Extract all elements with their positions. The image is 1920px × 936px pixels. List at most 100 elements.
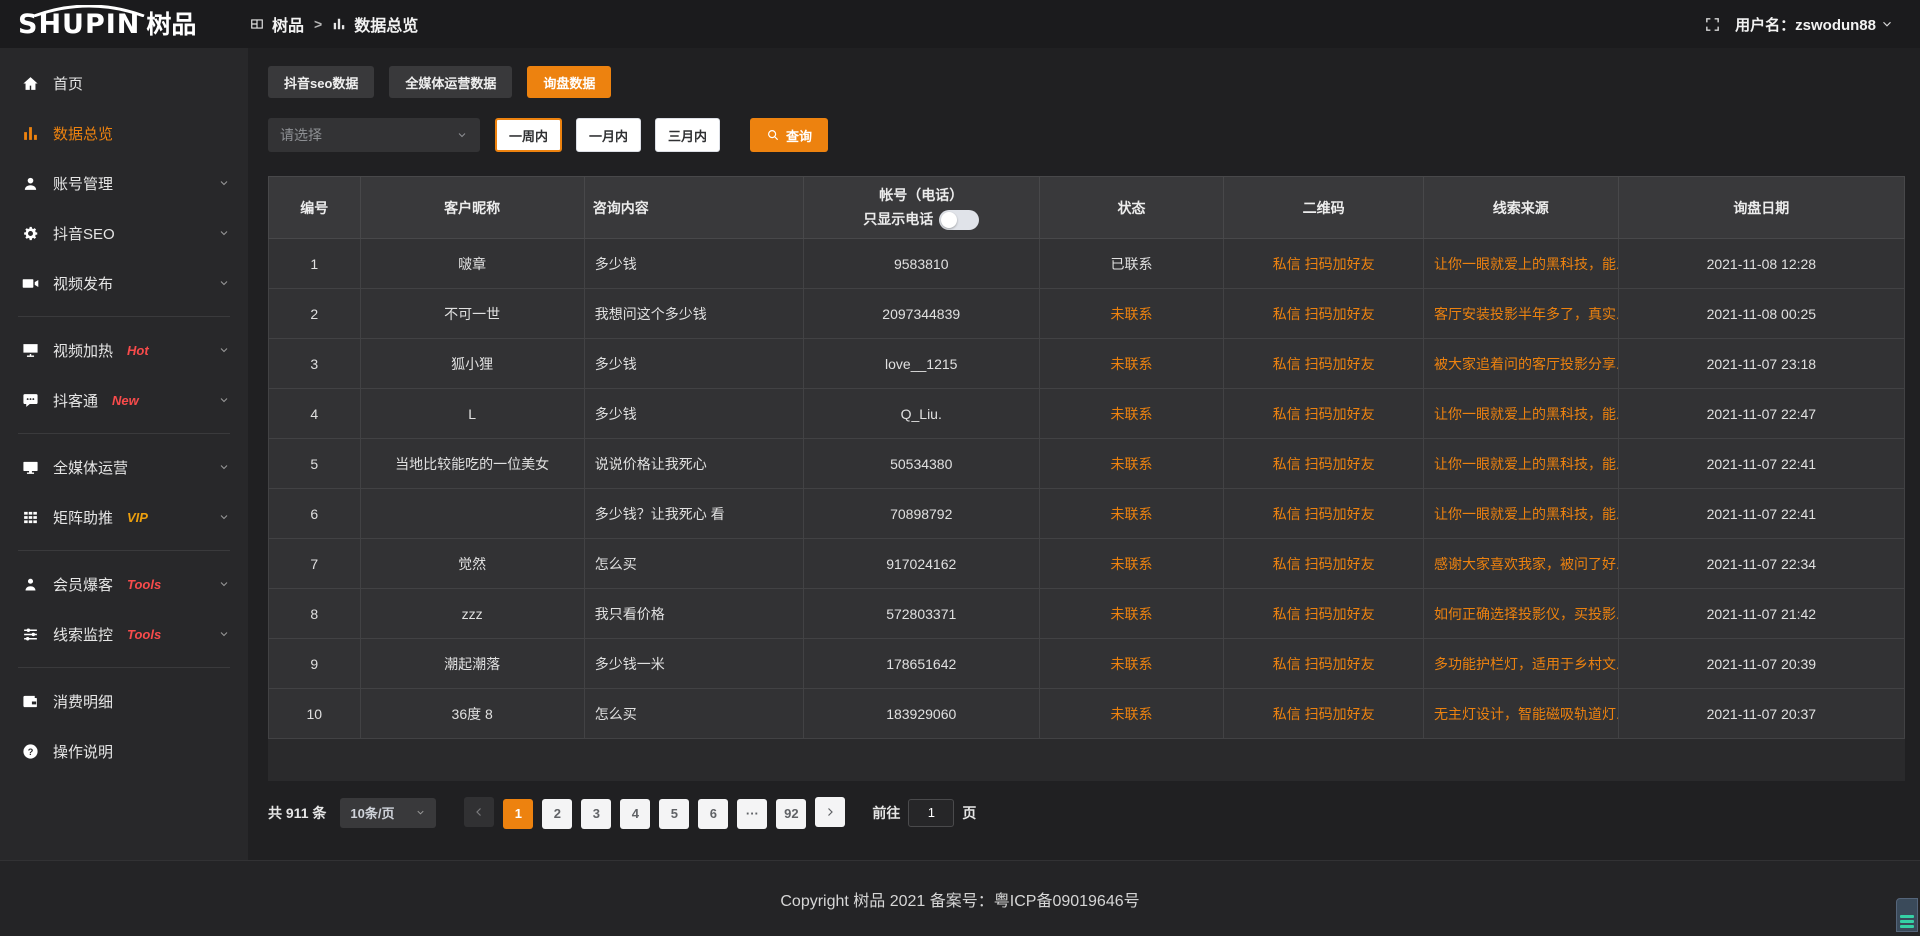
status-badge: 未联系 xyxy=(1110,506,1152,522)
cell-no: 4 xyxy=(269,389,361,439)
sidebar-item-clue-monitor[interactable]: 线索监控Tools xyxy=(0,609,248,659)
source-link[interactable]: 让你一眼就爱上的黑科技，能... xyxy=(1434,256,1618,272)
cell-nickname: 狐小狸 xyxy=(360,339,584,389)
sidebar-item-account-management[interactable]: 账号管理 xyxy=(0,158,248,208)
source-link[interactable]: 如何正确选择投影仪，买投影... xyxy=(1434,606,1618,622)
cell-status: 未联系 xyxy=(1039,389,1224,439)
cell-status: 未联系 xyxy=(1039,489,1224,539)
sidebar-item-label: 操作说明 xyxy=(53,741,113,762)
source-link[interactable]: 让你一眼就爱上的黑科技，能... xyxy=(1434,406,1618,422)
qr-links[interactable]: 私信 扫码加好友 xyxy=(1273,256,1375,272)
cell-date: 2021-11-07 22:41 xyxy=(1618,489,1904,539)
table-header-row: 编号客户昵称咨询内容帐号（电话）只显示电话状态二维码线索来源询盘日期 xyxy=(269,177,1905,239)
inquiry-table: 编号客户昵称咨询内容帐号（电话）只显示电话状态二维码线索来源询盘日期 1啵章多少… xyxy=(268,176,1905,739)
sidebar-item-matrix-boost[interactable]: 矩阵助推VIP xyxy=(0,492,248,542)
sidebar-item-consumption-detail[interactable]: 消费明细 xyxy=(0,676,248,726)
qr-links[interactable]: 私信 扫码加好友 xyxy=(1273,506,1375,522)
source-link[interactable]: 感谢大家喜欢我家，被问了好... xyxy=(1434,556,1618,572)
page-ellipsis[interactable]: ··· xyxy=(737,799,767,829)
range-button-0[interactable]: 一周内 xyxy=(495,118,562,152)
sidebar-item-badge: VIP xyxy=(127,510,148,525)
qr-links[interactable]: 私信 扫码加好友 xyxy=(1273,306,1375,322)
qr-links[interactable]: 私信 扫码加好友 xyxy=(1273,706,1375,722)
date-range-group: 一周内一月内三月内 xyxy=(495,118,720,152)
qr-links[interactable]: 私信 扫码加好友 xyxy=(1273,406,1375,422)
qr-links[interactable]: 私信 扫码加好友 xyxy=(1273,656,1375,672)
range-button-2[interactable]: 三月内 xyxy=(655,118,720,152)
sidebar-item-data-overview[interactable]: 数据总览 xyxy=(0,108,248,158)
cell-status: 未联系 xyxy=(1039,339,1224,389)
sidebar-item-member-baoke[interactable]: 会员爆客Tools xyxy=(0,559,248,609)
tab-2[interactable]: 询盘数据 xyxy=(527,66,611,98)
page-button-1[interactable]: 1 xyxy=(503,799,533,829)
breadcrumb-item[interactable]: 树品 xyxy=(272,12,304,36)
chevron-down-icon xyxy=(415,807,426,818)
sidebar-item-label: 视频加热 xyxy=(53,340,113,361)
column-header-7: 询盘日期 xyxy=(1618,177,1904,239)
gear-icon xyxy=(22,225,39,242)
app-logo: SHUPIN 树品 xyxy=(0,11,248,38)
tab-0[interactable]: 抖音seo数据 xyxy=(268,66,374,98)
status-badge: 已联系 xyxy=(1110,256,1152,272)
page-button-6[interactable]: 6 xyxy=(698,799,728,829)
corner-widget[interactable] xyxy=(1896,898,1918,932)
sidebar-item-douketong[interactable]: 抖客通New xyxy=(0,375,248,425)
qr-links[interactable]: 私信 扫码加好友 xyxy=(1273,556,1375,572)
cell-status: 已联系 xyxy=(1039,239,1224,289)
app-header: SHUPIN 树品 树品 > 数据总览 用户名：zswodun88 xyxy=(0,0,1920,48)
sidebar-item-video-publish[interactable]: 视频发布 xyxy=(0,258,248,308)
qr-links[interactable]: 私信 扫码加好友 xyxy=(1273,356,1375,372)
page-button-4[interactable]: 4 xyxy=(620,799,650,829)
username-label: 用户名：zswodun88 xyxy=(1735,14,1876,35)
sidebar-item-home[interactable]: 首页 xyxy=(0,58,248,108)
wallet-icon xyxy=(22,693,39,710)
cell-date: 2021-11-07 22:41 xyxy=(1618,439,1904,489)
status-badge: 未联系 xyxy=(1110,356,1152,372)
cell-account: 917024162 xyxy=(803,539,1039,589)
sidebar-item-media-operation[interactable]: 全媒体运营 xyxy=(0,442,248,492)
phone-only-toggle[interactable] xyxy=(939,210,979,230)
sidebar-item-label: 数据总览 xyxy=(53,123,113,144)
qr-links[interactable]: 私信 扫码加好友 xyxy=(1273,456,1375,472)
source-link[interactable]: 被大家追着问的客厅投影分享... xyxy=(1434,356,1618,372)
next-page-button[interactable] xyxy=(815,797,845,827)
page-size-select[interactable]: 10条/页 xyxy=(340,798,436,828)
sidebar-item-douyin-seo[interactable]: 抖音SEO xyxy=(0,208,248,258)
cell-qrcode: 私信 扫码加好友 xyxy=(1224,639,1424,689)
tab-1[interactable]: 全媒体运营数据 xyxy=(389,66,512,98)
sidebar-item-video-heating[interactable]: 视频加热Hot xyxy=(0,325,248,375)
cell-no: 9 xyxy=(269,639,361,689)
source-link[interactable]: 多功能护栏灯，适用于乡村文... xyxy=(1434,656,1618,672)
range-button-1[interactable]: 一月内 xyxy=(576,118,641,152)
filter-select-placeholder: 请选择 xyxy=(280,125,322,145)
source-link[interactable]: 让你一眼就爱上的黑科技，能... xyxy=(1434,506,1618,522)
source-link[interactable]: 让你一眼就爱上的黑科技，能... xyxy=(1434,456,1618,472)
chevron-down-icon xyxy=(218,578,230,590)
page-button-92[interactable]: 92 xyxy=(776,799,806,829)
filter-select[interactable]: 请选择 xyxy=(268,118,480,152)
fullscreen-icon[interactable] xyxy=(1704,16,1721,33)
prev-page-button[interactable] xyxy=(464,797,494,827)
sidebar-item-badge: New xyxy=(112,393,139,408)
source-link[interactable]: 客厅安装投影半年多了，真实... xyxy=(1434,306,1618,322)
sidebar-item-label: 抖音SEO xyxy=(53,223,115,244)
data-tabs: 抖音seo数据全媒体运营数据询盘数据 xyxy=(268,66,1905,98)
cell-content: 多少钱 xyxy=(584,239,803,289)
sidebar-item-label: 视频发布 xyxy=(53,273,113,294)
sidebar-item-instructions[interactable]: ?操作说明 xyxy=(0,726,248,776)
cell-account: 183929060 xyxy=(803,689,1039,739)
username-menu[interactable]: 用户名：zswodun88 xyxy=(1735,14,1894,35)
sidebar-divider xyxy=(18,667,230,668)
page-button-2[interactable]: 2 xyxy=(542,799,572,829)
cell-source: 客厅安装投影半年多了，真实... xyxy=(1423,289,1618,339)
goto-page-input[interactable] xyxy=(908,799,954,827)
source-link[interactable]: 无主灯设计，智能磁吸轨道灯... xyxy=(1434,706,1618,722)
cell-no: 8 xyxy=(269,589,361,639)
query-button[interactable]: 查询 xyxy=(750,118,828,152)
page-button-3[interactable]: 3 xyxy=(581,799,611,829)
cell-content: 我想问这个多少钱 xyxy=(584,289,803,339)
page-button-5[interactable]: 5 xyxy=(659,799,689,829)
table-row: 7觉然怎么买917024162未联系私信 扫码加好友感谢大家喜欢我家，被问了好.… xyxy=(269,539,1905,589)
qr-links[interactable]: 私信 扫码加好友 xyxy=(1273,606,1375,622)
cell-source: 如何正确选择投影仪，买投影... xyxy=(1423,589,1618,639)
